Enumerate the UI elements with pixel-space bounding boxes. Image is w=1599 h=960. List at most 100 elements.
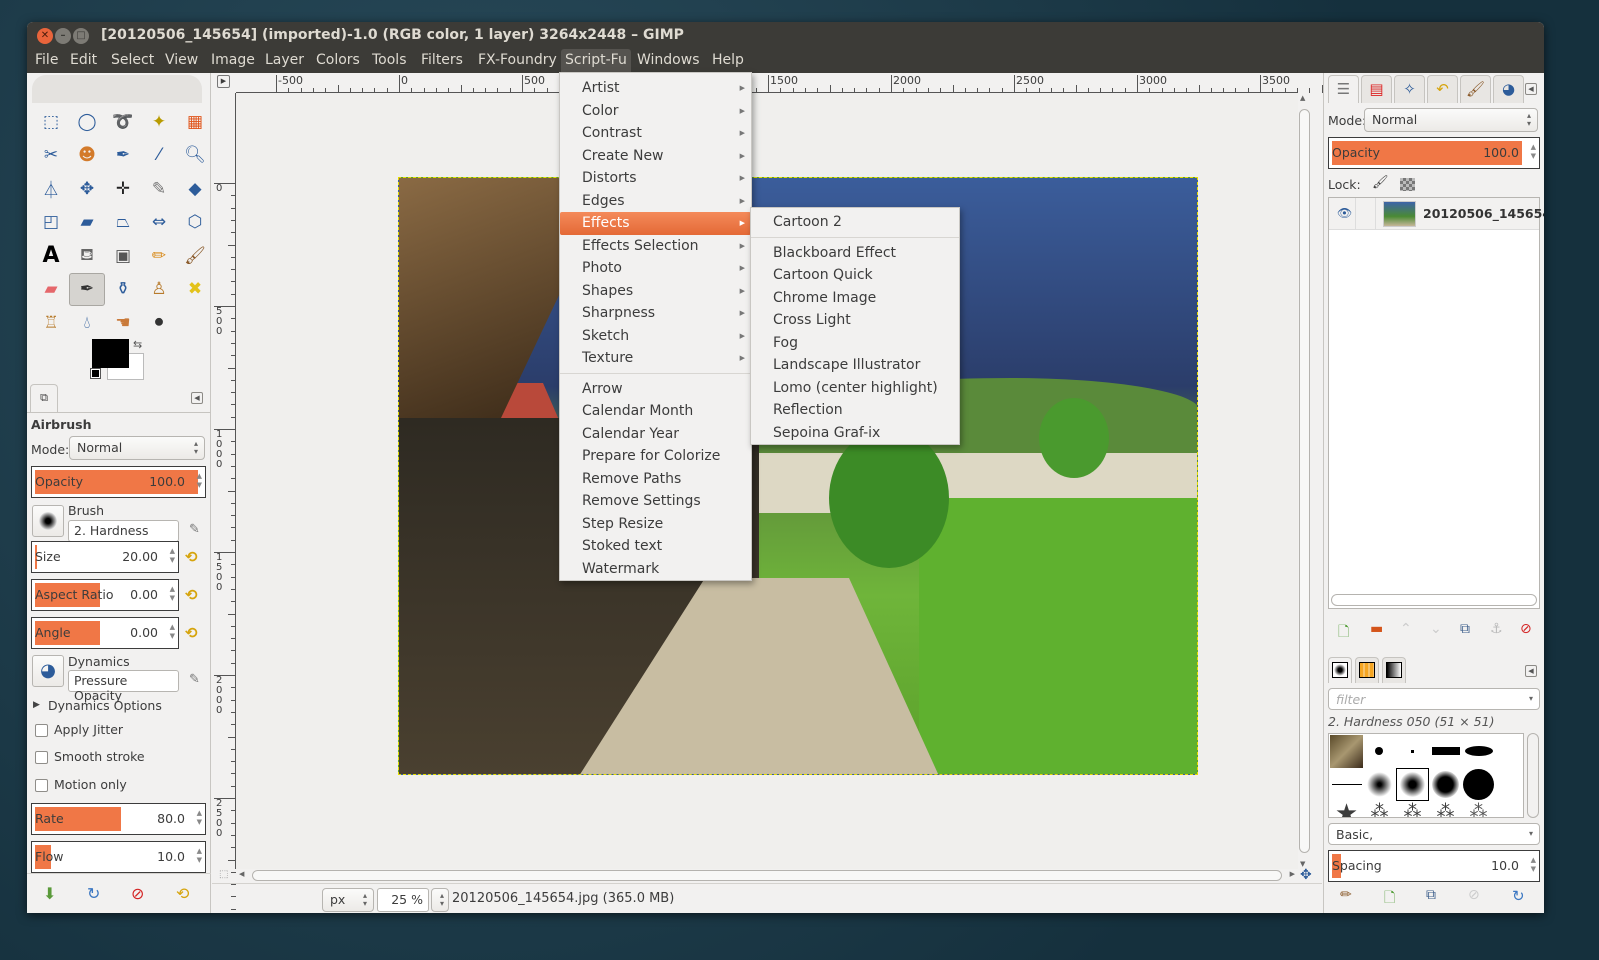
crop-icon[interactable]: ✎ — [141, 172, 177, 206]
restore-options-icon[interactable]: ↻ — [87, 884, 100, 903]
blend-icon[interactable]: ▣ — [105, 239, 141, 273]
menu-item-texture[interactable]: Texture ▶ — [560, 347, 751, 370]
move-icon[interactable]: ✥ — [69, 172, 105, 206]
angle-slider[interactable]: Angle 0.00 ▲ ▼ — [31, 617, 179, 649]
horizontal-scrollbar[interactable]: ◀ ▶ — [236, 869, 1298, 883]
motion-only-checkbox[interactable] — [35, 779, 48, 792]
layer-row[interactable]: 👁︎ 20120506_145654.jpg — [1329, 198, 1544, 230]
menu-item-contrast[interactable]: Contrast ▶ — [560, 122, 751, 145]
menu-item-reflection[interactable]: Reflection — [751, 399, 959, 422]
dynamics-options-expander[interactable]: Dynamics Options — [48, 698, 162, 713]
vertical-ruler[interactable]: 0 500 1000 1500 2000 2500 — [212, 93, 236, 910]
menu-item-calendar-month[interactable]: Calendar Month — [560, 400, 751, 423]
navigate-icon[interactable]: ✥ — [1300, 867, 1312, 883]
menu-item-blackboard-effect[interactable]: Blackboard Effect — [751, 242, 959, 265]
menu-item-cartoon-2[interactable]: Cartoon 2 — [751, 211, 959, 234]
delete-brush-icon[interactable]: ⊘ — [1468, 887, 1480, 903]
angle-spin[interactable]: ▲ ▼ — [170, 623, 175, 641]
aspect-ratio-slider[interactable]: Aspect Ratio 0.00 ▲ ▼ — [31, 579, 179, 611]
ink-icon[interactable]: ⚱ — [105, 273, 141, 307]
delete-layer-icon[interactable]: ⊘ — [1520, 621, 1532, 637]
menu-item-photo[interactable]: Photo ▶ — [560, 257, 751, 280]
menu-item-remove-settings[interactable]: Remove Settings — [560, 490, 751, 513]
brush-hardness-025[interactable] — [1363, 768, 1396, 801]
brush-texture[interactable] — [1330, 735, 1363, 768]
zoom-icon[interactable]: 🔍︎ — [177, 139, 213, 173]
perspective-clone-icon[interactable]: ♖ — [33, 306, 69, 340]
edit-brush-icon[interactable]: ✏ — [1340, 887, 1352, 903]
delete-options-icon[interactable]: ⊘ — [131, 884, 144, 903]
edit-dynamics-icon[interactable]: ✎ — [189, 672, 200, 687]
menu-item-distorts[interactable]: Distorts ▶ — [560, 167, 751, 190]
clone-icon[interactable]: ♙ — [141, 273, 177, 307]
brush-tag-input[interactable]: Basic, ▾ — [1328, 823, 1540, 845]
rate-spin[interactable]: ▲ ▼ — [197, 809, 202, 827]
scissors-icon[interactable]: ✂ — [33, 139, 69, 173]
rect-select-icon[interactable]: ⬚ — [33, 105, 69, 139]
brush-hardness-100[interactable] — [1462, 768, 1495, 801]
lock-pixels-icon[interactable]: 🖌︎ — [1372, 175, 1389, 190]
dodge-burn-icon[interactable]: ⚫ — [141, 306, 177, 340]
dynamics-button[interactable]: ◕ — [32, 655, 64, 687]
configure-tab-icon[interactable]: ◀ — [191, 392, 203, 404]
pencil-icon[interactable]: ✏ — [141, 239, 177, 273]
foreground-select-icon[interactable]: ☻ — [69, 139, 105, 173]
brush-dock-configure-icon[interactable]: ◀ — [1525, 665, 1537, 677]
tab-patterns[interactable] — [1355, 657, 1379, 683]
tab-brushes[interactable]: 🖌︎ — [1460, 75, 1491, 103]
brush-splatter-2[interactable]: ⁂ — [1396, 801, 1429, 817]
reset-options-icon[interactable]: ⟲ — [176, 884, 189, 903]
free-select-icon[interactable]: ➰ — [105, 105, 141, 139]
foreground-color-swatch[interactable] — [92, 339, 129, 368]
brush-star[interactable]: ★ — [1330, 801, 1363, 817]
image-menu-button[interactable]: ▶ — [217, 75, 230, 88]
tab-layers[interactable]: ☰ — [1328, 75, 1359, 103]
brush-hardness-small[interactable] — [1363, 735, 1396, 768]
size-slider[interactable]: Size 20.00 ▲ ▼ — [31, 541, 179, 573]
minimize-button[interactable]: – — [55, 28, 71, 44]
brush-hardness-075[interactable] — [1429, 768, 1462, 801]
reset-angle-icon[interactable]: ⟲ — [185, 624, 203, 642]
menu-windows[interactable]: Windows — [633, 52, 704, 68]
swap-colors-icon[interactable]: ⇆ — [133, 338, 142, 351]
dock-configure-icon[interactable]: ◀ — [1525, 83, 1537, 95]
lower-layer-icon[interactable]: ⌄ — [1430, 621, 1442, 637]
menu-item-remove-paths[interactable]: Remove Paths — [560, 468, 751, 491]
brush-splatter-3[interactable]: ⁂ — [1429, 801, 1462, 817]
menu-file[interactable]: File — [31, 52, 62, 68]
new-layer-icon[interactable]: 🗋 — [1338, 621, 1349, 645]
menu-help[interactable]: Help — [708, 52, 748, 68]
chain-toggle[interactable] — [1359, 206, 1371, 220]
measure-icon[interactable]: ⏃ — [33, 172, 69, 206]
spacing-spin[interactable]: ▲ ▼ — [1531, 856, 1536, 874]
menu-filters[interactable]: Filters — [417, 52, 467, 68]
paths-icon[interactable]: ✒ — [105, 139, 141, 173]
menu-item-sharpness[interactable]: Sharpness ▶ — [560, 302, 751, 325]
menu-item-lomo-center-highlight-[interactable]: Lomo (center highlight) — [751, 377, 959, 400]
menu-layer[interactable]: Layer — [261, 52, 308, 68]
save-options-icon[interactable]: ⬇ — [43, 884, 56, 903]
menu-item-sepoina-graf-ix[interactable]: Sepoina Graf-ix — [751, 422, 959, 445]
perspective-icon[interactable]: ⏢ — [105, 206, 141, 240]
horizontal-ruler[interactable]: -5000500100015002000250030003500 — [236, 73, 1372, 93]
tab-brush-select[interactable] — [1328, 657, 1352, 683]
brush-scrollbar[interactable] — [1527, 733, 1539, 818]
menu-fx-foundry[interactable]: FX-Foundry — [474, 52, 561, 68]
layer-mode-select[interactable]: Normal ▴ ▾ — [1364, 108, 1538, 132]
vertical-scroll-thumb[interactable] — [1299, 109, 1310, 853]
menu-item-fog[interactable]: Fog — [751, 332, 959, 355]
lock-alpha-icon[interactable] — [1400, 178, 1415, 191]
rotate-icon[interactable]: ◆ — [177, 172, 213, 206]
spacing-slider[interactable]: Spacing 10.0 ▲ ▼ — [1328, 850, 1540, 882]
menu-item-cartoon-quick[interactable]: Cartoon Quick — [751, 264, 959, 287]
cage-transform-icon[interactable]: ⬡ — [177, 206, 213, 240]
new-layer-group-icon[interactable]: ▬ — [1370, 621, 1383, 637]
menu-item-cross-light[interactable]: Cross Light — [751, 309, 959, 332]
quick-mask-toggle-icon[interactable]: ⬚ — [219, 869, 228, 880]
menu-item-stoked-text[interactable]: Stoked text — [560, 535, 751, 558]
flow-spin[interactable]: ▲ ▼ — [197, 847, 202, 865]
zoom-field[interactable]: 25 % — [377, 888, 429, 912]
tab-paths[interactable]: ✧ — [1394, 75, 1425, 103]
duplicate-layer-icon[interactable]: ⧉ — [1460, 621, 1470, 637]
duplicate-brush-icon[interactable]: ⧉ — [1426, 887, 1436, 903]
